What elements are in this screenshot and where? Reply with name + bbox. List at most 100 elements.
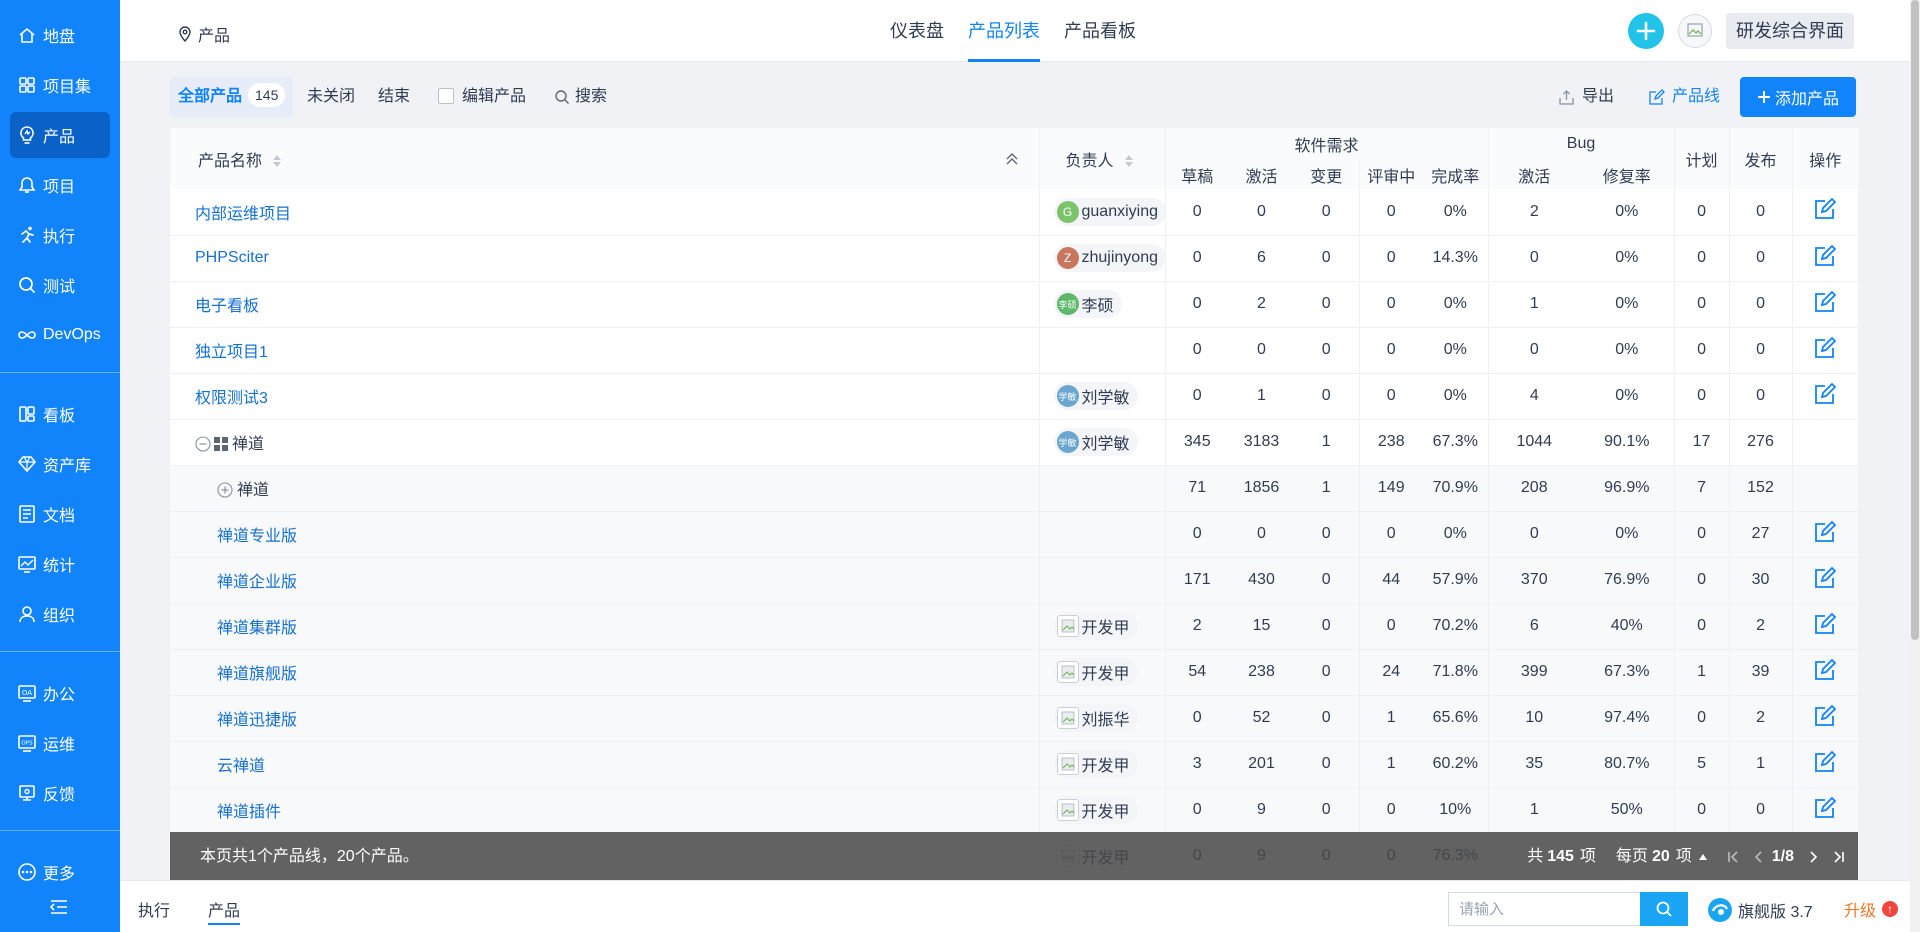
edit-icon[interactable] [1813,520,1837,544]
product-name-link[interactable]: 禅道专业版 [217,528,297,545]
edit-icon[interactable] [1813,244,1837,268]
per-page-count[interactable]: 20 [1652,832,1670,882]
export-button[interactable]: 导出 [1558,77,1614,117]
product-name-cell: 禅道 [170,465,1040,512]
first-page-icon[interactable] [1726,850,1740,864]
owner-chip[interactable]: 学敏 刘学敏 [1053,382,1138,410]
sidebar-item[interactable]: 反馈 [10,770,110,816]
owner-chip[interactable]: 开发甲 [1053,612,1138,640]
search-label: 搜索 [575,88,608,105]
product-name-link[interactable]: 禅道 [237,482,269,499]
broken-image-icon [1056,707,1079,729]
owner-chip[interactable]: 刘振华 [1053,704,1138,732]
sidebar-item[interactable]: 看板 [10,391,110,437]
scrollbar-thumb[interactable] [1911,0,1919,640]
edit-icon[interactable] [1813,750,1837,774]
column-owner[interactable]: 负责人 [1039,128,1166,189]
owner-chip[interactable]: 开发甲 [1053,750,1138,778]
page-scrollbar[interactable] [1910,0,1920,932]
bottom-search-button[interactable] [1640,892,1688,926]
edit-icon[interactable] [1813,197,1837,221]
module-indicator[interactable]: 产品 [178,22,230,46]
sidebar-item[interactable]: 项目 [10,162,110,208]
filter-closed[interactable]: 结束 [378,77,410,117]
filter-all-products[interactable]: 全部产品 145 [170,77,294,117]
sidebar-item[interactable]: OA 办公 [10,670,110,716]
product-name-link[interactable]: 禅道集群版 [217,620,297,637]
column-product-name[interactable]: 产品名称 [170,128,1040,189]
edit-icon[interactable] [1813,566,1837,590]
product-name-link[interactable]: PHPSciter [195,249,269,266]
owner-chip[interactable]: 学敏 刘学敏 [1053,428,1138,456]
sidebar-item[interactable]: 执行 [10,212,110,258]
edit-products-checkbox[interactable] [438,88,454,104]
product-name-link[interactable]: 电子看板 [195,298,259,315]
edit-icon[interactable] [1813,336,1837,360]
owner-chip[interactable]: Zzhujinyong [1053,244,1164,272]
caret-up-icon[interactable] [1698,853,1708,861]
search-toggle[interactable]: 搜索 [554,77,607,117]
sidebar-item[interactable]: 文档 [10,491,110,537]
tab-product-list[interactable]: 产品列表 [968,0,1040,62]
product-name-link[interactable]: 禅道 [232,436,264,453]
cell-bug-active: 6 [1488,603,1581,650]
collapse-all-icon[interactable] [1005,152,1019,166]
filter-unclosed[interactable]: 未关闭 [307,77,355,117]
edit-products-toggle[interactable]: 编辑产品 [438,77,526,117]
last-page-icon[interactable] [1832,850,1846,864]
sidebar-item[interactable]: 组织 [10,591,110,637]
collapse-minus-icon[interactable] [195,436,211,452]
workspace-switcher[interactable]: 研发综合界面 [1726,13,1854,49]
edit-icon[interactable] [1813,658,1837,682]
sidebar-item[interactable]: 资产库 [10,441,110,487]
product-name-link[interactable]: 禅道企业版 [217,574,297,591]
owner-chip[interactable]: 开发甲 [1053,796,1138,824]
sidebar-item[interactable]: 统计 [10,541,110,587]
next-page-icon[interactable] [1806,850,1820,864]
product-name-link[interactable]: 禅道旗舰版 [217,666,297,683]
product-name-link[interactable]: 内部运维项目 [195,206,291,223]
bottom-tab-product[interactable]: 产品 [208,897,241,925]
sidebar-item[interactable]: 更多 [10,849,110,895]
cell-reviewing: 0 [1359,603,1423,650]
tab-product-kanban[interactable]: 产品看板 [1064,0,1136,62]
add-product-button[interactable]: 添加产品 [1740,77,1856,117]
sidebar-item[interactable]: 测试 [10,262,110,308]
actions-cell [1792,557,1858,604]
upgrade-button[interactable]: 升级 ↑ [1844,897,1899,921]
edit-icon[interactable] [1813,290,1837,314]
sidebar-item[interactable]: 产品 [10,112,110,158]
user-avatar[interactable] [1678,14,1712,48]
product-name-link[interactable]: 独立项目1 [195,344,268,361]
edit-icon[interactable] [1813,796,1837,820]
tab-dashboard[interactable]: 仪表盘 [890,0,944,62]
owner-chip[interactable]: 开发甲 [1053,658,1138,686]
sidebar-collapse-toggle[interactable] [48,896,70,918]
bottom-search-input[interactable] [1448,892,1640,926]
sidebar-item[interactable]: 地盘 [10,12,110,58]
edit-icon[interactable] [1813,704,1837,728]
sidebar-item[interactable]: DevOps [10,312,110,358]
product-name-link[interactable]: 禅道插件 [217,804,281,821]
cell-release: 1 [1729,741,1793,788]
sidebar-item-label: 看板 [43,408,76,425]
location-pin-icon [179,26,191,42]
cell-changed: 0 [1294,695,1360,742]
grid-icon [19,77,35,93]
edit-icon[interactable] [1813,612,1837,636]
owner-chip[interactable]: 李硕 李硕 [1053,290,1122,318]
bottom-tab-execution[interactable]: 执行 [138,897,170,921]
product-line-button[interactable]: 产品线 [1648,77,1720,117]
quick-create-button[interactable] [1628,13,1664,49]
product-name-link[interactable]: 禅道迅捷版 [217,712,297,729]
owner-chip[interactable]: Gguanxiying [1053,197,1164,226]
edit-icon[interactable] [1813,382,1837,406]
product-name-link[interactable]: 权限测试3 [195,390,268,407]
column-plan: 计划 [1674,128,1730,189]
sidebar-item[interactable]: 项目集 [10,62,110,108]
prev-page-icon[interactable] [1752,850,1766,864]
product-name-link[interactable]: 云禅道 [217,758,265,775]
sidebar-item[interactable]: OPS 运维 [10,720,110,766]
cell-fix-rate: 67.3% [1580,649,1675,696]
expand-plus-icon[interactable] [217,482,233,498]
